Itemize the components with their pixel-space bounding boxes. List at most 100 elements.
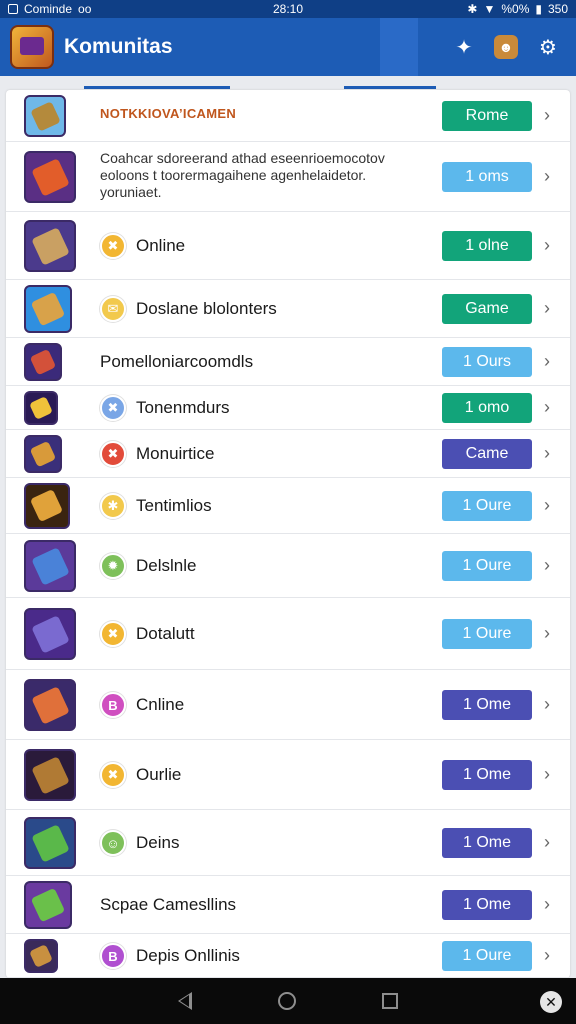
- character-avatar-icon[interactable]: ☻: [494, 35, 518, 59]
- system-nav-bar: ✕: [0, 978, 576, 1024]
- status-dot-icon: ✹: [100, 553, 126, 579]
- app-bar-accent: [380, 18, 418, 76]
- list-item[interactable]: ✹ Delslnle 1 Oure ›: [6, 534, 570, 598]
- chevron-right-icon[interactable]: ›: [544, 623, 550, 644]
- game-thumbnail-icon: [24, 285, 72, 333]
- list-item[interactable]: ✖ Online 1 olne ›: [6, 212, 570, 280]
- row-title: Delslnle: [136, 556, 197, 575]
- row-action-button[interactable]: 1 Ours: [442, 347, 532, 377]
- chevron-right-icon[interactable]: ›: [544, 832, 550, 853]
- list-item[interactable]: Coahcar sdoreerand athad eseenrioemocoto…: [6, 142, 570, 212]
- chevron-right-icon[interactable]: ›: [544, 443, 550, 464]
- list-item[interactable]: NOTKKIOVA’ICAMEN Rome ›: [6, 90, 570, 142]
- game-thumbnail-icon: [24, 608, 76, 660]
- row-title: Pomelloniarcoomdls: [100, 352, 254, 371]
- settings-icon[interactable]: ⚙: [536, 35, 560, 59]
- row-action-button[interactable]: 1 Ome: [442, 828, 532, 858]
- list-item[interactable]: ✉ Doslane blolonters Game ›: [6, 280, 570, 338]
- signal-text: 350: [547, 2, 568, 16]
- game-thumbnail-icon: [24, 483, 70, 529]
- chevron-right-icon[interactable]: ›: [544, 555, 550, 576]
- chevron-right-icon[interactable]: ›: [544, 894, 550, 915]
- wifi-icon: ▼: [483, 2, 496, 16]
- recents-icon[interactable]: [382, 993, 398, 1009]
- list-item[interactable]: ✖ Tonenmdurs 1 omo ›: [6, 386, 570, 430]
- list-item[interactable]: B Depis Onllinis 1 Oure ›: [6, 934, 570, 978]
- tab-underline[interactable]: [344, 86, 436, 89]
- row-action-button[interactable]: 1 oms: [442, 162, 532, 192]
- row-title: Deins: [136, 833, 180, 852]
- back-icon[interactable]: [178, 992, 192, 1010]
- row-action-button[interactable]: 1 omo: [442, 393, 532, 423]
- chevron-right-icon[interactable]: ›: [544, 694, 550, 715]
- share-icon[interactable]: ✦: [452, 35, 476, 59]
- chevron-right-icon[interactable]: ›: [544, 397, 550, 418]
- status-dot-icon: ✖: [100, 233, 126, 259]
- row-title: Tonenmdurs: [136, 398, 230, 417]
- chevron-right-icon[interactable]: ›: [544, 764, 550, 785]
- row-action-button[interactable]: Came: [442, 439, 532, 469]
- bluetooth-icon: ✱: [467, 2, 478, 16]
- row-action-button[interactable]: 1 Ome: [442, 690, 532, 720]
- app-logo-icon: [10, 25, 54, 69]
- row-title: NOTKKIOVA’ICAMEN: [100, 106, 237, 121]
- game-thumbnail-icon: [24, 220, 76, 272]
- status-bar: Cominde oo 28:10 ✱ ▼ %0% ▮ 350: [0, 0, 576, 18]
- row-action-button[interactable]: Rome: [442, 101, 532, 131]
- row-action-button[interactable]: 1 Ome: [442, 890, 532, 920]
- game-thumbnail-icon: [24, 95, 66, 137]
- app-title: Komunitas: [64, 35, 173, 58]
- chevron-right-icon[interactable]: ›: [544, 105, 550, 126]
- row-action-button[interactable]: Game: [442, 294, 532, 324]
- tab-underline[interactable]: [84, 86, 230, 89]
- list-item[interactable]: Scpae Camesllins 1 Ome ›: [6, 876, 570, 934]
- chevron-right-icon[interactable]: ›: [544, 166, 550, 187]
- status-dot-icon: B: [100, 692, 126, 718]
- game-thumbnail-icon: [24, 679, 76, 731]
- row-description: Coahcar sdoreerand athad eseenrioemocoto…: [100, 150, 385, 200]
- chevron-right-icon[interactable]: ›: [544, 298, 550, 319]
- chevron-right-icon[interactable]: ›: [544, 351, 550, 372]
- game-thumbnail-icon: [24, 939, 58, 973]
- chevron-right-icon[interactable]: ›: [544, 235, 550, 256]
- status-dot-icon: ✱: [100, 493, 126, 519]
- list-item[interactable]: ☺ Deins 1 Ome ›: [6, 810, 570, 876]
- row-title: Cnline: [136, 695, 185, 714]
- row-action-button[interactable]: 1 olne: [442, 231, 532, 261]
- chevron-right-icon[interactable]: ›: [544, 945, 550, 966]
- game-thumbnail-icon: [24, 540, 76, 592]
- app-bar: Komunitas ✦ ☻ ⚙: [0, 18, 576, 76]
- row-title: Monuirtice: [136, 444, 215, 463]
- list-item[interactable]: ✖ Ourlie 1 Ome ›: [6, 740, 570, 810]
- row-title: Depis Onllinis: [136, 946, 240, 965]
- row-action-button[interactable]: 1 Oure: [442, 619, 532, 649]
- list-item[interactable]: Pomelloniarcoomdls 1 Ours ›: [6, 338, 570, 386]
- chevron-right-icon[interactable]: ›: [544, 495, 550, 516]
- game-thumbnail-icon: [24, 817, 76, 869]
- row-title: Scpae Camesllins: [100, 895, 237, 914]
- list-item[interactable]: ✖ Dotalutt 1 Oure ›: [6, 598, 570, 670]
- status-dot-icon: ☺: [100, 830, 126, 856]
- lock-icon: [8, 4, 18, 14]
- row-title: Online: [136, 236, 186, 255]
- status-left-glyph: oo: [78, 2, 92, 16]
- game-thumbnail-icon: [24, 151, 76, 203]
- list-item[interactable]: ✱ Tentimlios 1 Oure ›: [6, 478, 570, 534]
- row-action-button[interactable]: 1 Oure: [442, 551, 532, 581]
- battery-level: %0%: [501, 2, 530, 16]
- list-item[interactable]: ✖ Monuirtice Came ›: [6, 430, 570, 478]
- close-icon[interactable]: ✕: [540, 991, 562, 1013]
- home-icon[interactable]: [278, 992, 296, 1010]
- status-dot-icon: ✖: [100, 621, 126, 647]
- row-title: Ourlie: [136, 765, 182, 784]
- status-dot-icon: ✉: [100, 296, 126, 322]
- row-title: Dotalutt: [136, 624, 195, 643]
- row-action-button[interactable]: 1 Ome: [442, 760, 532, 790]
- sub-tab-strip: [0, 76, 576, 90]
- row-action-button[interactable]: 1 Oure: [442, 491, 532, 521]
- row-action-button[interactable]: 1 Oure: [442, 941, 532, 971]
- row-title: Doslane blolonters: [136, 299, 277, 318]
- status-dot-icon: ✖: [100, 762, 126, 788]
- list-item[interactable]: B Cnline 1 Ome ›: [6, 670, 570, 740]
- community-list: NOTKKIOVA’ICAMEN Rome › Coahcar sdoreerand …: [6, 90, 570, 978]
